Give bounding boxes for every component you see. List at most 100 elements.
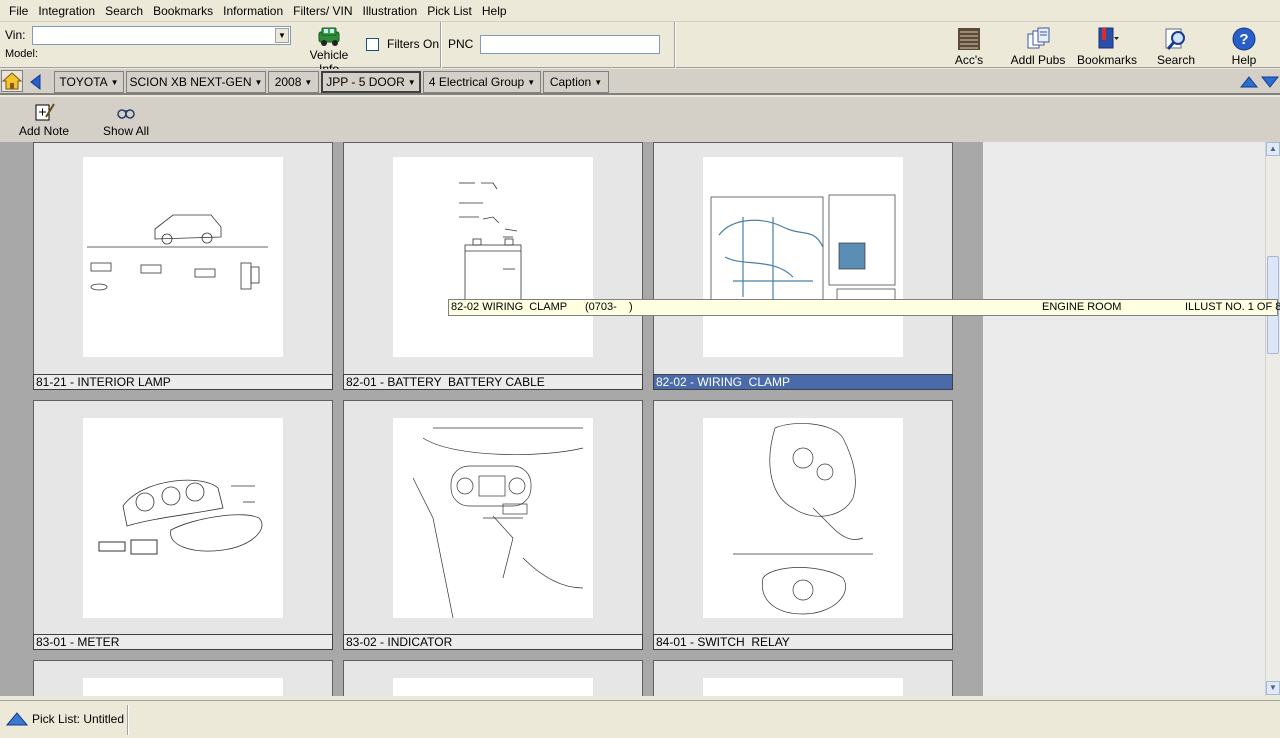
illustration-tile[interactable]: [653, 142, 953, 375]
addl-pubs-button[interactable]: Addl Pubs: [1010, 26, 1066, 67]
chevron-down-icon[interactable]: ▼: [275, 28, 289, 43]
divider: [127, 705, 129, 735]
note-pencil-icon: [33, 102, 55, 122]
chevron-down-icon: ▼: [254, 77, 263, 87]
bookmarks-label: Bookmarks: [1077, 53, 1138, 67]
vertical-scrollbar[interactable]: ▲ ▼: [1265, 142, 1280, 696]
tooltip-title: 82-02 WIRING CLAMP: [451, 301, 568, 313]
illustration-tile[interactable]: [33, 660, 333, 696]
menu-help[interactable]: Help: [477, 4, 512, 18]
illustration-tile[interactable]: [33, 400, 333, 635]
illustration-thumbnail[interactable]: [703, 418, 903, 618]
interior-lamp-drawing: [87, 214, 268, 291]
chevron-down-icon: ▼: [594, 77, 603, 87]
model-select[interactable]: SCION XB NEXT-GEN ▼: [126, 71, 266, 93]
wiring-clamp-drawing: [710, 194, 896, 316]
switch-relay-drawing: [733, 423, 873, 615]
caption-select[interactable]: Caption ▼: [543, 71, 609, 93]
help-label: Help: [1231, 53, 1257, 67]
pnc-input[interactable]: [480, 35, 660, 54]
illustration-thumbnail[interactable]: [83, 157, 283, 357]
binoculars-icon: [115, 102, 137, 122]
divider: [674, 22, 676, 68]
home-button[interactable]: [1, 70, 23, 92]
scroll-up-arrow[interactable]: ▲: [1266, 142, 1280, 156]
add-note-button[interactable]: Add Note: [18, 102, 70, 138]
illustration-tooltip: 82-02 WIRING CLAMP (0703- ) ENGINE ROOM …: [448, 299, 1280, 316]
meter-drawing: [98, 479, 263, 555]
search-label: Search: [1156, 53, 1196, 67]
body-select[interactable]: JPP - 5 DOOR ▼: [321, 71, 421, 93]
chevron-down-icon: ▼: [527, 77, 536, 87]
illustration-thumbnail[interactable]: [393, 418, 593, 619]
illustration-thumbnail[interactable]: [83, 418, 283, 618]
status-bar: Pick List: Untitled: [0, 700, 1280, 738]
tile-caption[interactable]: 83-01 - METER: [33, 634, 333, 650]
triangle-up-icon: [1239, 76, 1259, 88]
filters-on-toggle[interactable]: Filters On: [366, 37, 439, 51]
illustration-tile[interactable]: [653, 660, 953, 696]
menu-search[interactable]: Search: [100, 4, 148, 18]
menu-pick-list[interactable]: Pick List: [422, 4, 477, 18]
illustration-tile[interactable]: [343, 400, 643, 635]
pick-list-label: Pick List: Untitled: [32, 712, 125, 726]
make-value: TOYOTA: [59, 75, 108, 89]
menu-filters-vin[interactable]: Filters/ VIN: [288, 4, 357, 18]
menu-bookmarks[interactable]: Bookmarks: [148, 4, 218, 18]
accs-label: Acc's: [954, 53, 984, 67]
illustration-tile[interactable]: [343, 660, 643, 696]
chevron-down-icon: ▼: [304, 77, 313, 87]
right-pane: [983, 142, 1265, 696]
add-note-label: Add Note: [18, 124, 70, 138]
divider: [440, 22, 442, 68]
menu-integration[interactable]: Integration: [33, 4, 100, 18]
battery-cable-drawing: [459, 182, 522, 302]
illustration-thumbnail[interactable]: [703, 678, 903, 696]
search-button[interactable]: Search: [1156, 26, 1196, 67]
menu-illustration[interactable]: Illustration: [358, 4, 423, 18]
filters-on-checkbox[interactable]: [366, 37, 379, 51]
illustration-thumbnail[interactable]: [83, 678, 283, 696]
show-all-button[interactable]: Show All: [102, 102, 150, 138]
documents-icon: [1025, 26, 1051, 52]
tile-caption[interactable]: 83-02 - INDICATOR: [343, 634, 643, 650]
accs-button[interactable]: Acc's: [950, 26, 988, 67]
body-value: JPP - 5 DOOR: [326, 75, 405, 89]
illustration-tile[interactable]: [343, 142, 643, 375]
illustration-thumbnail[interactable]: [393, 678, 593, 696]
triangle-down-icon: [1260, 76, 1280, 88]
vin-label: Vin:: [5, 28, 26, 42]
illustration-tile[interactable]: [33, 142, 333, 375]
help-icon: ?: [1231, 26, 1257, 52]
group-value: 4 Electrical Group: [428, 75, 525, 89]
model-value: SCION XB NEXT-GEN: [129, 75, 252, 89]
accessories-icon: [956, 26, 982, 52]
tile-caption[interactable]: 82-02 - WIRING CLAMP: [653, 374, 953, 390]
menu-information[interactable]: Information: [218, 4, 288, 18]
grid-left-margin: [0, 142, 14, 696]
illustration-thumbnail[interactable]: [703, 157, 903, 357]
group-select[interactable]: 4 Electrical Group ▼: [423, 71, 541, 93]
help-button[interactable]: ? Help: [1226, 26, 1262, 67]
illustration-thumbnail[interactable]: [393, 157, 593, 357]
back-arrow-icon: [30, 73, 41, 91]
tile-caption[interactable]: 81-21 - INTERIOR LAMP: [33, 374, 333, 390]
make-select[interactable]: TOYOTA ▼: [54, 71, 124, 93]
menu-file[interactable]: File: [4, 4, 33, 18]
scroll-up-button[interactable]: [1239, 74, 1259, 90]
scroll-down-arrow[interactable]: ▼: [1266, 681, 1280, 695]
back-button[interactable]: [26, 72, 46, 92]
tile-caption[interactable]: 84-01 - SWITCH RELAY: [653, 634, 953, 650]
bookmarks-button[interactable]: Bookmarks: [1077, 26, 1137, 67]
pick-list-button[interactable]: Pick List: Untitled: [6, 712, 124, 726]
show-all-label: Show All: [102, 124, 150, 138]
action-bar: Add Note Show All: [0, 97, 1280, 142]
illustration-tile[interactable]: [653, 400, 953, 635]
bookmark-icon: [1094, 26, 1120, 52]
vin-select[interactable]: ▼: [32, 26, 291, 45]
year-select[interactable]: 2008 ▼: [268, 71, 319, 93]
scroll-down-button[interactable]: [1260, 74, 1280, 90]
tile-caption[interactable]: 82-01 - BATTERY BATTERY CABLE: [343, 374, 643, 390]
caption-value: Caption: [549, 75, 592, 89]
top-panel: Vin: Model: ▼ Vehicle Info Filters On PN…: [0, 22, 1280, 76]
